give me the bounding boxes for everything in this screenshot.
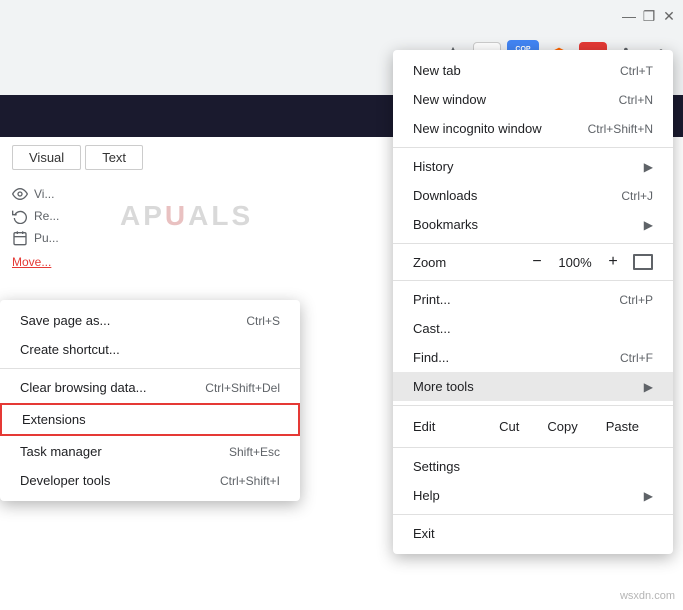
menu-item-downloads[interactable]: Downloads Ctrl+J — [393, 181, 673, 210]
zoom-fullscreen-button[interactable] — [633, 254, 653, 270]
menu-label-new-window: New window — [413, 92, 486, 107]
menu-item-new-window[interactable]: New window Ctrl+N — [393, 85, 673, 114]
cut-button[interactable]: Cut — [485, 414, 533, 439]
divider-6 — [393, 514, 673, 515]
menu-item-help[interactable]: Help ▶ — [393, 481, 673, 510]
zoom-value: 100% — [557, 255, 593, 270]
menu-label-print: Print... — [413, 292, 451, 307]
menu-label-bookmarks: Bookmarks — [413, 217, 478, 232]
menu-label-cast: Cast... — [413, 321, 451, 336]
menu-label-more-tools: More tools — [413, 379, 474, 394]
menu-label-history: History — [413, 159, 453, 174]
menu-item-bookmarks[interactable]: Bookmarks ▶ — [393, 210, 673, 239]
more-tools-submenu: Save page as... Ctrl+S Create shortcut..… — [0, 300, 300, 501]
submenu-label-task: Task manager — [20, 444, 102, 459]
restore-label: Re... — [34, 209, 59, 223]
tab-visual[interactable]: Visual — [12, 145, 81, 170]
menu-item-more-tools[interactable]: More tools ▶ — [393, 372, 673, 401]
submenu-save-page[interactable]: Save page as... Ctrl+S — [0, 306, 300, 335]
menu-label-help: Help — [413, 488, 440, 503]
title-bar: — ❐ ✕ — [0, 0, 683, 32]
menu-arrow-more-tools: ▶ — [644, 380, 653, 394]
menu-edit-row: Edit Cut Copy Paste — [393, 410, 673, 443]
submenu-dev-tools[interactable]: Developer tools Ctrl+Shift+I — [0, 466, 300, 495]
restore-icon — [12, 208, 28, 224]
edit-actions: Cut Copy Paste — [485, 414, 653, 439]
submenu-shortcut-clear: Ctrl+Shift+Del — [205, 381, 280, 395]
zoom-label: Zoom — [413, 255, 446, 270]
menu-arrow-help: ▶ — [644, 489, 653, 503]
divider-4 — [393, 405, 673, 406]
menu-label-find: Find... — [413, 350, 449, 365]
menu-shortcut-new-tab: Ctrl+T — [620, 64, 653, 78]
submenu-task-manager[interactable]: Task manager Shift+Esc — [0, 437, 300, 466]
move-link[interactable]: Move... — [12, 255, 51, 269]
menu-label-settings: Settings — [413, 459, 460, 474]
menu-label-new-tab: New tab — [413, 63, 461, 78]
watermark: wsxdn.com — [620, 590, 675, 602]
eye-icon — [12, 186, 28, 202]
paste-button[interactable]: Paste — [592, 414, 653, 439]
menu-item-new-incognito[interactable]: New incognito window Ctrl+Shift+N — [393, 114, 673, 143]
submenu-divider-1 — [0, 368, 300, 369]
divider-5 — [393, 447, 673, 448]
copy-button[interactable]: Copy — [533, 414, 591, 439]
menu-item-print[interactable]: Print... Ctrl+P — [393, 285, 673, 314]
menu-item-exit[interactable]: Exit — [393, 519, 673, 548]
maximize-button[interactable]: ❐ — [643, 10, 655, 22]
tab-text[interactable]: Text — [85, 145, 143, 170]
submenu-shortcut-dev: Ctrl+Shift+I — [220, 474, 280, 488]
divider-1 — [393, 147, 673, 148]
submenu-clear-data[interactable]: Clear browsing data... Ctrl+Shift+Del — [0, 373, 300, 402]
menu-zoom-row: Zoom − 100% + — [393, 248, 673, 276]
visibility-label: Vi... — [34, 187, 54, 201]
zoom-minus-button[interactable]: − — [527, 252, 547, 272]
menu-arrow-bookmarks: ▶ — [644, 218, 653, 232]
submenu-shortcut-save: Ctrl+S — [246, 314, 280, 328]
menu-item-cast[interactable]: Cast... — [393, 314, 673, 343]
edit-label: Edit — [413, 419, 485, 434]
submenu-label-extensions: Extensions — [22, 412, 86, 427]
menu-shortcut-print: Ctrl+P — [619, 293, 653, 307]
submenu-label-clear: Clear browsing data... — [20, 380, 146, 395]
menu-item-history[interactable]: History ▶ — [393, 152, 673, 181]
menu-arrow-history: ▶ — [644, 160, 653, 174]
submenu-shortcut-task: Shift+Esc — [229, 445, 280, 459]
divider-3 — [393, 280, 673, 281]
zoom-controls: − 100% + — [527, 252, 653, 272]
submenu-label-dev: Developer tools — [20, 473, 110, 488]
menu-item-settings[interactable]: Settings — [393, 452, 673, 481]
submenu-label-shortcut: Create shortcut... — [20, 342, 120, 357]
menu-item-find[interactable]: Find... Ctrl+F — [393, 343, 673, 372]
submenu-label-save: Save page as... — [20, 313, 110, 328]
submenu-create-shortcut[interactable]: Create shortcut... — [0, 335, 300, 364]
menu-shortcut-new-incognito: Ctrl+Shift+N — [588, 122, 653, 136]
menu-item-new-tab[interactable]: New tab Ctrl+T — [393, 56, 673, 85]
menu-label-new-incognito: New incognito window — [413, 121, 542, 136]
menu-label-exit: Exit — [413, 526, 435, 541]
menu-shortcut-downloads: Ctrl+J — [621, 189, 653, 203]
chrome-context-menu: New tab Ctrl+T New window Ctrl+N New inc… — [393, 50, 673, 554]
publish-label: Pu... — [34, 231, 59, 245]
submenu-extensions[interactable]: Extensions — [0, 403, 300, 436]
zoom-plus-button[interactable]: + — [603, 252, 623, 272]
menu-shortcut-find: Ctrl+F — [620, 351, 653, 365]
publish-icon — [12, 230, 28, 246]
close-button[interactable]: ✕ — [663, 10, 675, 22]
divider-2 — [393, 243, 673, 244]
menu-label-downloads: Downloads — [413, 188, 477, 203]
minimize-button[interactable]: — — [623, 10, 635, 22]
menu-shortcut-new-window: Ctrl+N — [619, 93, 653, 107]
